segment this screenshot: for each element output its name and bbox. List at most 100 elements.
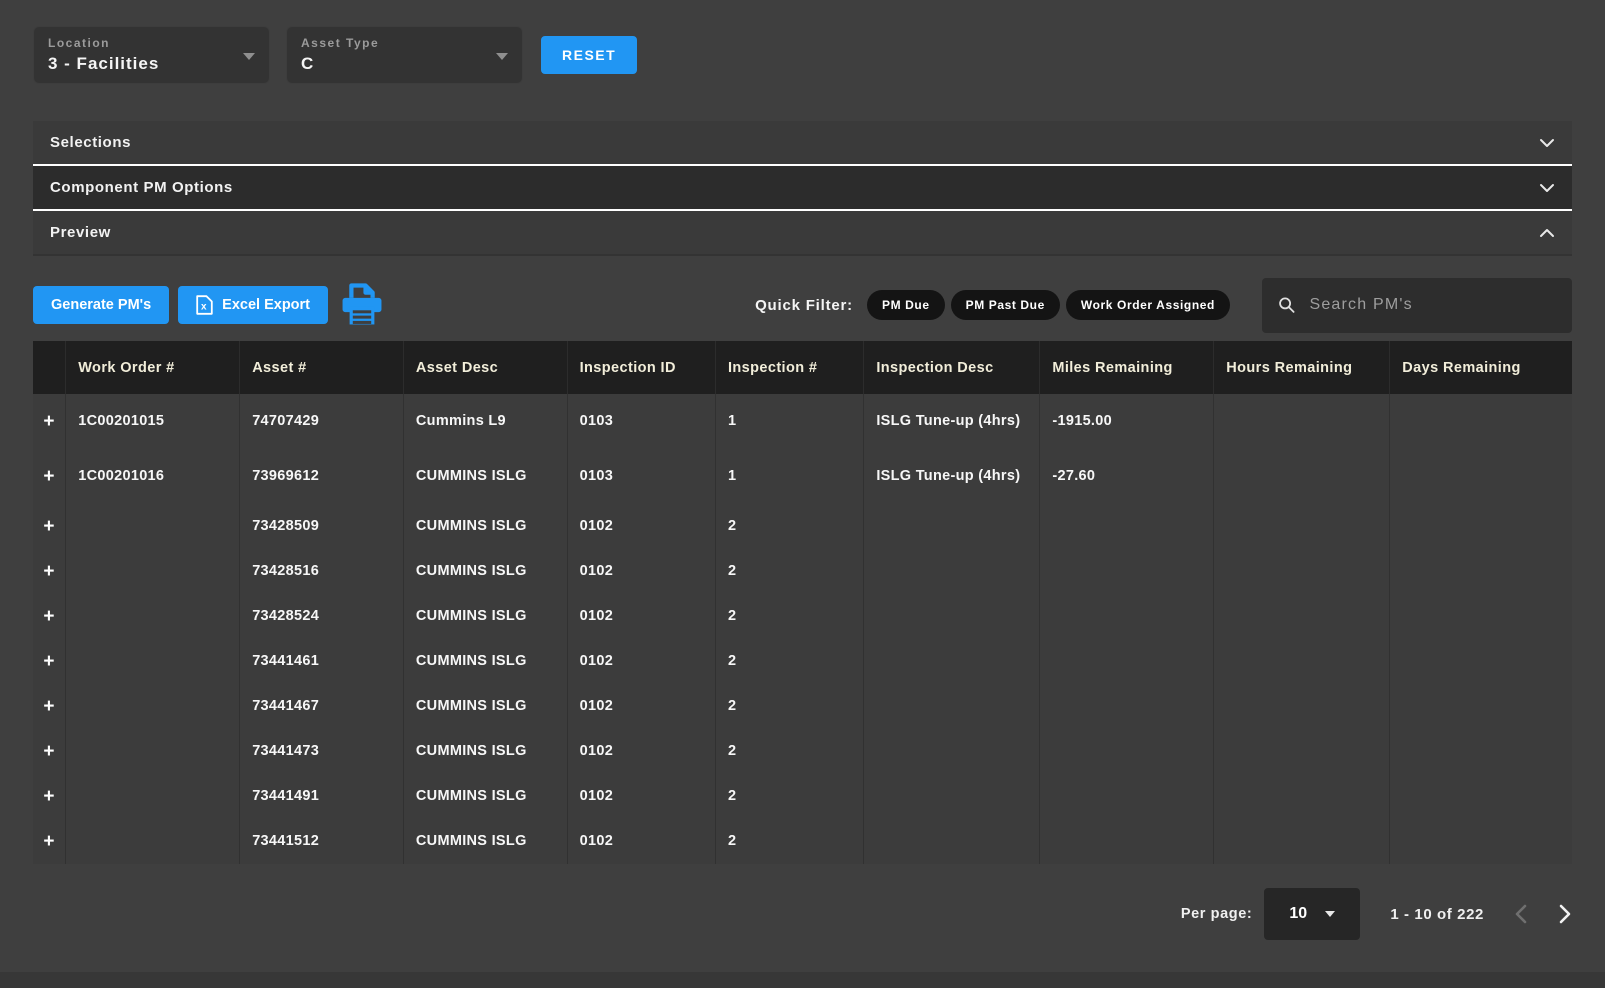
pagination-bar: Per page: 10 1 - 10 of 222 xyxy=(33,888,1572,940)
accordion-preview[interactable]: Preview xyxy=(33,211,1572,254)
cell-work-order: 1C00201016 xyxy=(66,449,240,504)
cell-asset-desc: CUMMINS ISLG xyxy=(403,504,567,549)
excel-file-icon: x xyxy=(196,295,213,315)
column-header: Inspection Desc xyxy=(864,341,1040,394)
accordion-component-label: Component PM Options xyxy=(50,179,233,196)
table-row: +73428524CUMMINS ISLG01022 xyxy=(33,594,1572,639)
cell-days-remaining xyxy=(1390,594,1572,639)
cell-asset: 73428524 xyxy=(240,594,404,639)
asset-type-select[interactable]: Asset Type C xyxy=(286,26,523,84)
cell-inspection-num: 2 xyxy=(715,549,863,594)
cell-work-order xyxy=(66,684,240,729)
table-row: +1C0020101673969612CUMMINS ISLG01031ISLG… xyxy=(33,449,1572,504)
generate-pms-button[interactable]: Generate PM's xyxy=(33,286,169,324)
row-expand-button[interactable]: + xyxy=(33,504,66,549)
cell-asset-desc: CUMMINS ISLG xyxy=(403,449,567,504)
search-input[interactable] xyxy=(1309,296,1557,314)
table-row: +73428509CUMMINS ISLG01022 xyxy=(33,504,1572,549)
cell-asset: 73969612 xyxy=(240,449,404,504)
row-expand-button[interactable]: + xyxy=(33,549,66,594)
cell-inspection-num: 1 xyxy=(715,449,863,504)
cell-asset-desc: CUMMINS ISLG xyxy=(403,774,567,819)
row-expand-button[interactable]: + xyxy=(33,639,66,684)
quick-filter-chip[interactable]: PM Due xyxy=(867,290,945,320)
pm-preview-page: Location 3 - Facilities Asset Type C RES… xyxy=(0,0,1605,988)
cell-miles-remaining xyxy=(1040,819,1214,864)
cell-asset: 73441461 xyxy=(240,639,404,684)
cell-asset-desc: CUMMINS ISLG xyxy=(403,549,567,594)
excel-export-button[interactable]: x Excel Export xyxy=(178,286,328,324)
cell-inspection-id: 0102 xyxy=(567,684,715,729)
cell-days-remaining xyxy=(1390,449,1572,504)
cell-inspection-id: 0103 xyxy=(567,449,715,504)
row-expand-button[interactable]: + xyxy=(33,684,66,729)
cell-asset: 73428516 xyxy=(240,549,404,594)
cell-work-order xyxy=(66,639,240,684)
quick-filter-chip[interactable]: PM Past Due xyxy=(951,290,1060,320)
chevron-down-icon xyxy=(496,53,508,60)
row-expand-button[interactable]: + xyxy=(33,774,66,819)
row-expand-button[interactable]: + xyxy=(33,819,66,864)
cell-asset: 73441512 xyxy=(240,819,404,864)
row-expand-button[interactable]: + xyxy=(33,449,66,504)
asset-type-value: C xyxy=(301,54,508,74)
table-row: +73428516CUMMINS ISLG01022 xyxy=(33,549,1572,594)
cell-inspection-id: 0102 xyxy=(567,639,715,684)
column-header: Asset Desc xyxy=(403,341,567,394)
cell-inspection-num: 2 xyxy=(715,819,863,864)
search-box[interactable] xyxy=(1262,278,1572,333)
row-expand-button[interactable]: + xyxy=(33,594,66,639)
cell-miles-remaining xyxy=(1040,594,1214,639)
pm-preview-table: Work Order #Asset #Asset DescInspection … xyxy=(33,341,1572,864)
quick-filter-chips: PM DuePM Past DueWork Order Assigned xyxy=(861,290,1230,320)
accordion-component-pm-options[interactable]: Component PM Options xyxy=(33,166,1572,209)
per-page-select[interactable]: 10 xyxy=(1264,888,1360,940)
print-button[interactable] xyxy=(339,280,385,330)
cell-inspection-desc: ISLG Tune-up (4hrs) xyxy=(864,449,1040,504)
location-value: 3 - Facilities xyxy=(48,54,255,74)
chevron-down-icon xyxy=(1539,138,1555,148)
row-expand-button[interactable]: + xyxy=(33,394,66,449)
accordion-selections[interactable]: Selections xyxy=(33,121,1572,164)
previous-page-button[interactable] xyxy=(1514,903,1528,925)
asset-type-label: Asset Type xyxy=(301,36,508,50)
column-header: Asset # xyxy=(240,341,404,394)
quick-filter-group: Quick Filter: PM DuePM Past DueWork Orde… xyxy=(755,290,1230,320)
cell-work-order xyxy=(66,504,240,549)
pagination-range: 1 - 10 of 222 xyxy=(1390,906,1484,923)
per-page-label: Per page: xyxy=(1181,906,1252,922)
cell-inspection-num: 2 xyxy=(715,729,863,774)
table-row: +73441461CUMMINS ISLG01022 xyxy=(33,639,1572,684)
cell-miles-remaining xyxy=(1040,549,1214,594)
row-expand-button[interactable]: + xyxy=(33,729,66,774)
location-select[interactable]: Location 3 - Facilities xyxy=(33,26,270,84)
cell-work-order xyxy=(66,774,240,819)
quick-filter-chip[interactable]: Work Order Assigned xyxy=(1066,290,1230,320)
printer-icon xyxy=(339,280,385,330)
cell-hours-remaining xyxy=(1214,819,1390,864)
cell-inspection-id: 0102 xyxy=(567,774,715,819)
bottom-strip xyxy=(0,972,1605,988)
cell-hours-remaining xyxy=(1214,729,1390,774)
cell-inspection-num: 2 xyxy=(715,639,863,684)
cell-inspection-id: 0102 xyxy=(567,594,715,639)
next-page-button[interactable] xyxy=(1558,903,1572,925)
cell-miles-remaining xyxy=(1040,729,1214,774)
cell-inspection-num: 2 xyxy=(715,594,863,639)
column-header: Inspection # xyxy=(715,341,863,394)
expander-column-header xyxy=(33,341,66,394)
cell-asset: 73441491 xyxy=(240,774,404,819)
cell-miles-remaining: -27.60 xyxy=(1040,449,1214,504)
table-row: +73441491CUMMINS ISLG01022 xyxy=(33,774,1572,819)
column-header: Inspection ID xyxy=(567,341,715,394)
cell-asset: 74707429 xyxy=(240,394,404,449)
reset-button[interactable]: RESET xyxy=(541,36,637,74)
chevron-right-icon xyxy=(1558,903,1572,925)
cell-days-remaining xyxy=(1390,819,1572,864)
cell-hours-remaining xyxy=(1214,774,1390,819)
cell-work-order: 1C00201015 xyxy=(66,394,240,449)
filter-row: Location 3 - Facilities Asset Type C RES… xyxy=(33,0,1572,84)
chevron-down-icon xyxy=(1539,183,1555,193)
cell-hours-remaining xyxy=(1214,684,1390,729)
cell-days-remaining xyxy=(1390,774,1572,819)
